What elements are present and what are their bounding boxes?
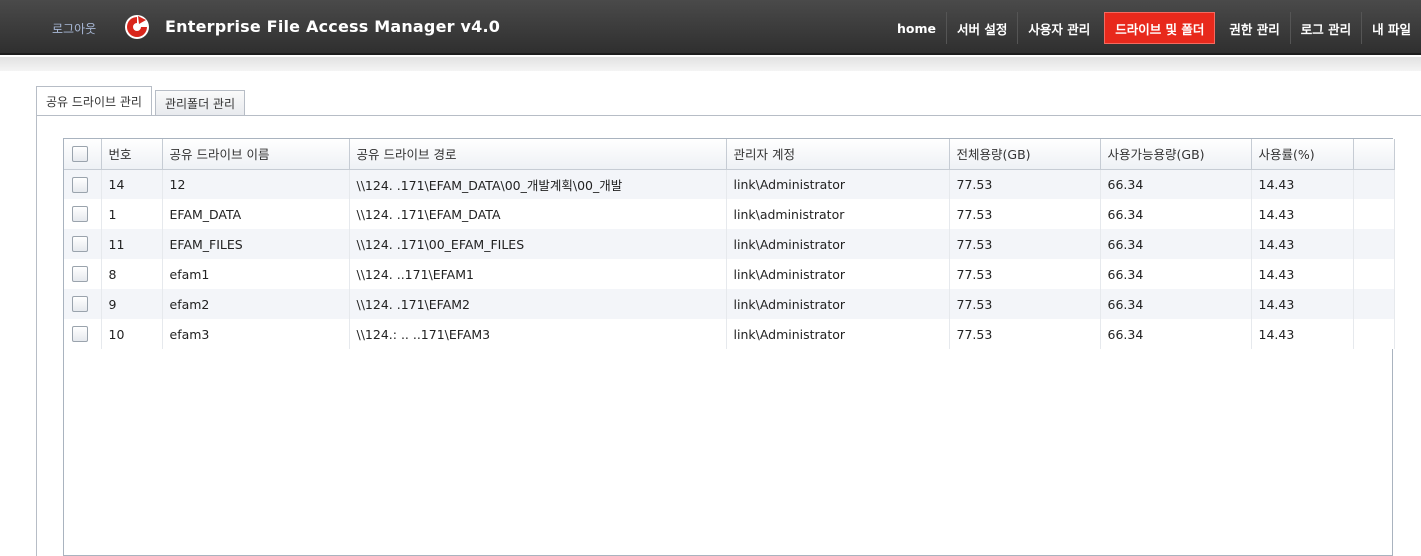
nav-user-management[interactable]: 사용자 관리 — [1017, 12, 1100, 44]
table-header-row: 번호 공유 드라이브 이름 공유 드라이브 경로 관리자 계정 전체용량(GB)… — [64, 139, 1395, 170]
cell-drive-path: \\124. ..171\EFAM1 — [349, 259, 727, 289]
efam-logo-icon — [125, 15, 149, 39]
tab-managed-folders[interactable]: 관리폴더 관리 — [154, 90, 246, 116]
logout-link[interactable]: 로그아웃 — [52, 20, 96, 37]
cell-free-capacity: 66.34 — [1100, 319, 1252, 349]
cell-free-capacity: 66.34 — [1100, 259, 1252, 289]
main-nav: home 서버 설정 사용자 관리 드라이브 및 폴더 권한 관리 로그 관리 … — [887, 12, 1421, 44]
table-row[interactable]: 14 12 \\124. .171\EFAM_DATA\00_개발계획\00_개발 l… — [64, 169, 1395, 199]
filler-cell — [1353, 199, 1395, 229]
row-checkbox[interactable] — [72, 236, 88, 253]
top-header-bar: 로그아웃 Enterprise File Access Manager v4.0… — [0, 0, 1421, 55]
cell-total-capacity: 77.53 — [949, 259, 1101, 289]
column-header-usage-rate[interactable]: 사용률(%) — [1251, 139, 1354, 170]
cell-drive-name: EFAM_FILES — [162, 229, 350, 259]
shared-drive-table: 번호 공유 드라이브 이름 공유 드라이브 경로 관리자 계정 전체용량(GB)… — [64, 139, 1395, 349]
cell-drive-path: \\124.: .. ..171\EFAM3 — [349, 319, 727, 349]
cell-free-capacity: 66.34 — [1100, 169, 1252, 199]
cell-total-capacity: 77.53 — [949, 229, 1101, 259]
cell-admin-account: link\Administrator — [726, 229, 950, 259]
cell-admin-account: link\administrator — [726, 199, 950, 229]
cell-total-capacity: 77.53 — [949, 199, 1101, 229]
cell-total-capacity: 77.53 — [949, 169, 1101, 199]
cell-total-capacity: 77.53 — [949, 319, 1101, 349]
row-select-cell — [64, 259, 102, 289]
column-header-drive-name[interactable]: 공유 드라이브 이름 — [162, 139, 350, 170]
nav-my-files[interactable]: 내 파일 — [1361, 12, 1421, 44]
cell-usage-rate: 14.43 — [1251, 169, 1354, 199]
cell-usage-rate: 14.43 — [1251, 289, 1354, 319]
cell-usage-rate: 14.43 — [1251, 319, 1354, 349]
table-row[interactable]: 10 efam3 \\124.: .. ..171\EFAM3 link\Admini… — [64, 319, 1395, 349]
shared-drive-grid: 번호 공유 드라이브 이름 공유 드라이브 경로 관리자 계정 전체용량(GB)… — [63, 138, 1395, 556]
cell-drive-name: efam1 — [162, 259, 350, 289]
cell-number: 11 — [101, 229, 163, 259]
cell-total-capacity: 77.53 — [949, 289, 1101, 319]
filler-cell — [1353, 259, 1395, 289]
table-row[interactable]: 11 EFAM_FILES \\124. .171\00_EFAM_FILES lin… — [64, 229, 1395, 259]
row-checkbox[interactable] — [72, 296, 88, 313]
row-checkbox[interactable] — [72, 326, 88, 343]
cell-number: 9 — [101, 289, 163, 319]
table-row[interactable]: 9 efam2 \\124. .171\EFAM2 link\Administrato… — [64, 289, 1395, 319]
row-select-cell — [64, 289, 102, 319]
filler-cell — [1353, 229, 1395, 259]
cell-number: 8 — [101, 259, 163, 289]
cell-drive-path: \\124. .171\00_EFAM_FILES — [349, 229, 727, 259]
cell-admin-account: link\Administrator — [726, 169, 950, 199]
column-header-number[interactable]: 번호 — [101, 139, 163, 170]
row-select-cell — [64, 169, 102, 199]
column-header-free-capacity[interactable]: 사용가능용량(GB) — [1100, 139, 1252, 170]
cell-usage-rate: 14.43 — [1251, 199, 1354, 229]
column-header-filler — [1353, 139, 1395, 170]
cell-free-capacity: 66.34 — [1100, 289, 1252, 319]
row-select-cell — [64, 229, 102, 259]
cell-drive-path: \\124. .171\EFAM2 — [349, 289, 727, 319]
cell-drive-name: 12 — [162, 169, 350, 199]
cell-drive-name: EFAM_DATA — [162, 199, 350, 229]
cell-free-capacity: 66.34 — [1100, 199, 1252, 229]
cell-usage-rate: 14.43 — [1251, 229, 1354, 259]
cell-free-capacity: 66.34 — [1100, 229, 1252, 259]
select-all-checkbox[interactable] — [72, 146, 88, 162]
tab-shared-drives[interactable]: 공유 드라이브 관리 — [36, 86, 152, 116]
row-checkbox[interactable] — [72, 206, 88, 223]
cell-number: 10 — [101, 319, 163, 349]
cell-drive-path: \\124. .171\EFAM_DATA — [349, 199, 727, 229]
filler-cell — [1353, 289, 1395, 319]
tab-strip: 공유 드라이브 관리 관리폴더 관리 — [36, 86, 248, 116]
table-row[interactable]: 8 efam1 \\124. ..171\EFAM1 link\Administrat… — [64, 259, 1395, 289]
nav-logs[interactable]: 로그 관리 — [1289, 12, 1361, 44]
column-header-admin-account[interactable]: 관리자 계정 — [726, 139, 950, 170]
cell-drive-name: efam3 — [162, 319, 350, 349]
cell-drive-name: efam2 — [162, 289, 350, 319]
select-all-cell — [64, 139, 102, 170]
row-checkbox[interactable] — [72, 266, 88, 283]
nav-server-settings[interactable]: 서버 설정 — [945, 12, 1017, 44]
cell-admin-account: link\Administrator — [726, 259, 950, 289]
cell-number: 1 — [101, 199, 163, 229]
nav-permissions[interactable]: 권한 관리 — [1219, 12, 1289, 44]
cell-number: 14 — [101, 169, 163, 199]
column-header-total-capacity[interactable]: 전체용량(GB) — [949, 139, 1101, 170]
cell-admin-account: link\Administrator — [726, 319, 950, 349]
app-title: Enterprise File Access Manager v4.0 — [165, 17, 501, 36]
header-divider-band — [0, 57, 1421, 71]
nav-drives-folders[interactable]: 드라이브 및 폴더 — [1104, 12, 1216, 44]
row-checkbox[interactable] — [72, 176, 88, 193]
column-header-drive-path[interactable]: 공유 드라이브 경로 — [349, 139, 727, 170]
row-select-cell — [64, 199, 102, 229]
cell-usage-rate: 14.43 — [1251, 259, 1354, 289]
nav-home[interactable]: home — [887, 12, 946, 44]
table-row[interactable]: 1 EFAM_DATA \\124. .171\EFAM_DATA link\admi… — [64, 199, 1395, 229]
filler-cell — [1353, 319, 1395, 349]
filler-cell — [1353, 169, 1395, 199]
cell-drive-path: \\124. .171\EFAM_DATA\00_개발계획\00_개발 — [349, 169, 727, 199]
cell-admin-account: link\Administrator — [726, 289, 950, 319]
row-select-cell — [64, 319, 102, 349]
